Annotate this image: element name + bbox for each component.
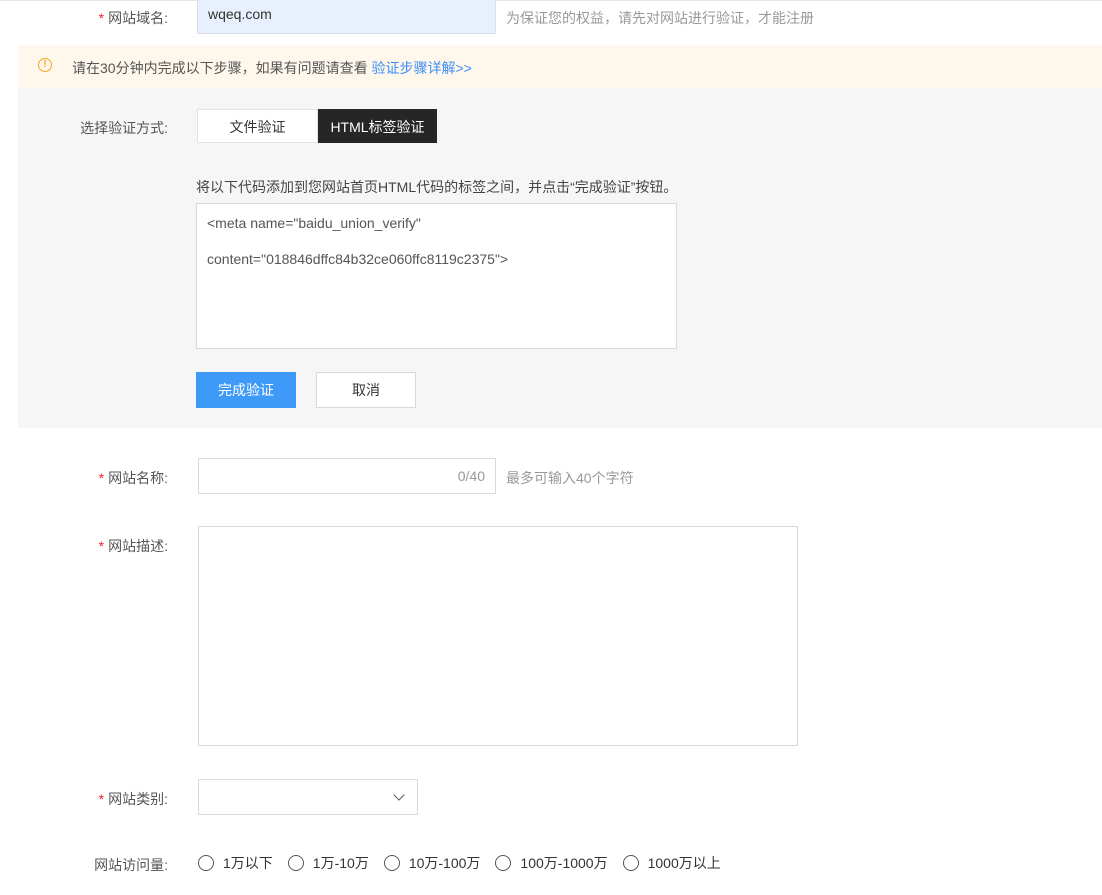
radio-circle-icon[interactable] <box>383 855 400 871</box>
site-desc-label: * 网站描述: <box>98 538 168 554</box>
domain-label: * 网站域名: <box>98 10 168 26</box>
warning-circle-icon: ! <box>38 58 52 72</box>
radio-circle-icon[interactable] <box>287 855 304 871</box>
domain-hint: 为保证您的权益，请先对网站进行验证，才能注册 <box>506 10 814 26</box>
radio-circle-icon[interactable] <box>622 855 639 871</box>
traffic-option-2[interactable]: 1万-10万 <box>287 853 369 873</box>
traffic-label: 网站访问量: <box>94 857 168 873</box>
tab-file-verify[interactable]: 文件验证 <box>197 109 318 143</box>
code-line-1: <meta name="baidu_union_verify" <box>207 215 421 231</box>
verify-steps-link[interactable]: 验证步骤详解>> <box>371 60 471 76</box>
site-name-label: * 网站名称: <box>98 470 168 486</box>
notice-text: 请在30分钟内完成以下步骤，如果有问题请查看 验证步骤详解>> <box>72 60 472 76</box>
traffic-option-1[interactable]: 1万以下 <box>198 853 273 873</box>
site-name-hint: 最多可输入40个字符 <box>506 470 634 486</box>
cancel-button[interactable]: 取消 <box>316 372 416 408</box>
tab-html-verify[interactable]: HTML标签验证 <box>318 109 437 143</box>
radio-circle-icon[interactable] <box>495 855 512 871</box>
verify-instruction: 将以下代码添加到您网站首页HTML代码的标签之间，并点击“完成验证”按钮。 <box>196 179 678 195</box>
char-counter: 0/40 <box>457 468 485 484</box>
radio-circle-icon[interactable] <box>198 855 214 871</box>
site-name-input[interactable]: 0/40 <box>198 458 496 494</box>
site-category-label: * 网站类别: <box>98 791 168 807</box>
chevron-down-icon <box>393 789 405 801</box>
code-line-2: content="018846dffc84b32ce060ffc8119c237… <box>207 251 509 267</box>
top-divider <box>0 0 1102 1</box>
traffic-option-4[interactable]: 100万-1000万 <box>495 853 608 873</box>
traffic-radio-group: 1万以下 1万-10万 10万-100万 100万-1000万 1000万以上 <box>198 853 736 873</box>
verify-code-box[interactable]: <meta name="baidu_union_verify" content=… <box>196 203 677 349</box>
traffic-option-3[interactable]: 10万-100万 <box>383 853 480 873</box>
complete-verify-button[interactable]: 完成验证 <box>196 372 296 408</box>
domain-input[interactable]: wqeq.com <box>197 0 496 34</box>
site-desc-textarea[interactable] <box>198 526 798 746</box>
site-category-select[interactable] <box>198 779 418 815</box>
traffic-option-5[interactable]: 1000万以上 <box>622 853 721 873</box>
verify-method-label: 选择验证方式: <box>80 120 168 136</box>
notice-bar: ! 请在30分钟内完成以下步骤，如果有问题请查看 验证步骤详解>> <box>18 45 1102 88</box>
